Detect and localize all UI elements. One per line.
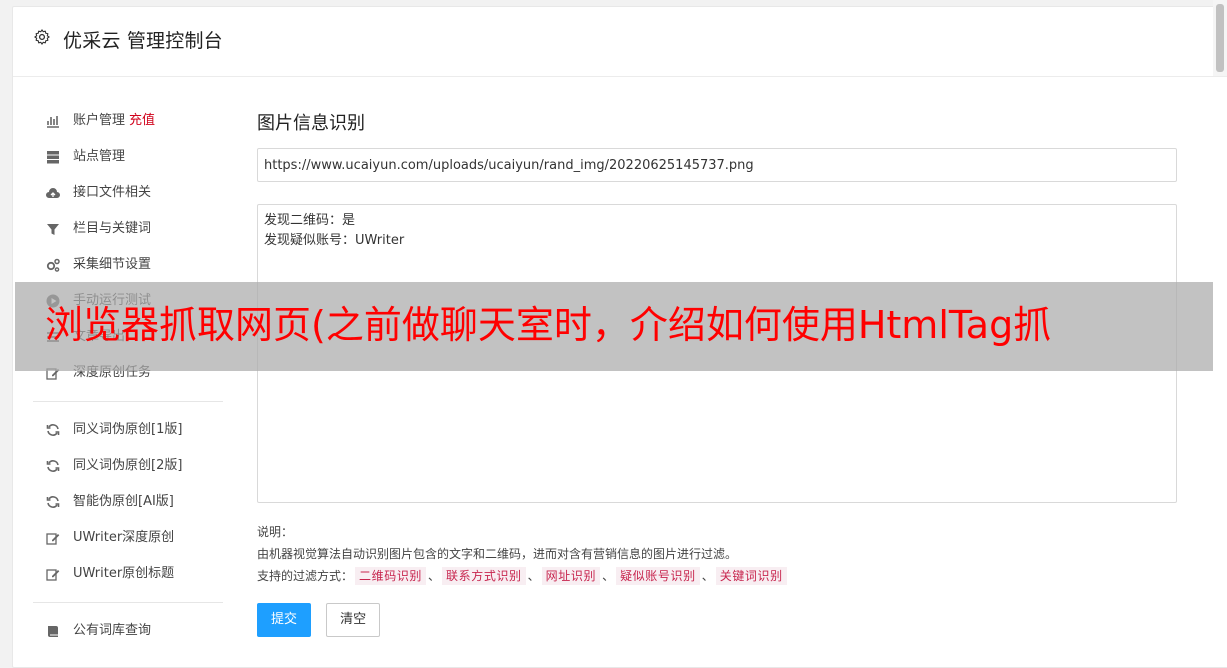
edit-icon — [46, 569, 60, 581]
gear-icon — [34, 29, 50, 45]
sidebar-item[interactable]: UWriter深度原创 — [33, 520, 223, 556]
sidebar-item[interactable]: 公有词库查询 — [33, 613, 223, 649]
filter-tag: 疑似账号识别 — [616, 567, 700, 585]
sidebar-item-label: UWriter原创标题 — [73, 566, 175, 581]
sidebar-item-label: 栏目与关键词 — [73, 221, 152, 236]
book-icon — [48, 626, 58, 637]
submit-button[interactable]: 提交 — [257, 603, 312, 637]
sidebar-item[interactable]: 智能伪原创[AI版] — [33, 484, 223, 520]
cloud-upload-icon — [46, 188, 60, 198]
action-buttons: 提交 清空 — [257, 603, 390, 637]
sidebar-item[interactable]: 站点管理 — [33, 139, 223, 175]
filter-list: 支持的过滤方式： 二维码识别、联系方式识别、网址识别、疑似账号识别、关键词识别 — [257, 565, 1177, 587]
clear-button[interactable]: 清空 — [326, 603, 381, 637]
sidebar-item-label: 智能伪原创[AI版] — [73, 494, 174, 509]
overlay-text: 浏览器抓取网页(之前做聊天室时，介绍如何使用HtmlTag抓 — [45, 303, 1052, 347]
filter-separator: 、 — [428, 569, 441, 583]
filter-separator: 、 — [602, 569, 615, 583]
header: 优采云 管理控制台 — [13, 7, 1227, 77]
sidebar-item[interactable]: 同义词伪原创[1版] — [33, 412, 223, 448]
sidebar-item[interactable]: 账户管理 充值 — [33, 103, 223, 139]
sidebar-item-label: 账户管理 — [73, 113, 126, 128]
sidebar-item-label: UWriter深度原创 — [73, 530, 175, 545]
filter-tag: 二维码识别 — [355, 567, 427, 585]
sidebar-item[interactable]: 采集细节设置 — [33, 247, 223, 283]
scrollbar[interactable] — [1213, 0, 1227, 76]
description: 说明： 由机器视觉算法自动识别图片包含的文字和二维码，进而对含有营销信息的图片进… — [257, 521, 1177, 587]
sidebar-item-label: 站点管理 — [73, 149, 126, 164]
image-url-input[interactable] — [257, 148, 1177, 182]
sidebar-item-label: 同义词伪原创[2版] — [73, 458, 183, 473]
refresh-icon — [46, 424, 60, 436]
sidebar-item[interactable]: 栏目与关键词 — [33, 211, 223, 247]
main-panel: 图片信息识别 发现二维码：是 发现疑似账号：UWriter 说明： 由机器视觉算… — [257, 103, 1177, 637]
filter-separator: 、 — [701, 569, 714, 583]
refresh-icon — [46, 460, 60, 472]
filter-icon — [47, 224, 59, 235]
server-icon — [47, 151, 59, 164]
sidebar: 账户管理充值站点管理接口文件相关栏目与关键词采集细节设置手动运行测试文章导出深度… — [33, 103, 223, 649]
gears-icon — [46, 258, 60, 272]
page-title: 优采云 管理控制台 — [63, 30, 223, 52]
sidebar-item-label: 接口文件相关 — [73, 185, 152, 200]
sidebar-item-label: 同义词伪原创[1版] — [73, 422, 183, 437]
watermark-overlay: 浏览器抓取网页(之前做聊天室时，介绍如何使用HtmlTag抓 — [15, 282, 1213, 371]
refresh-icon — [46, 496, 60, 508]
filter-tag: 网址识别 — [541, 567, 601, 585]
description-heading: 说明： — [257, 525, 294, 539]
recharge-badge[interactable]: 充值 — [129, 113, 155, 128]
filter-tag: 关键词识别 — [715, 567, 787, 585]
sidebar-item[interactable]: 接口文件相关 — [33, 175, 223, 211]
sidebar-item-label: 采集细节设置 — [73, 257, 152, 272]
bar-chart-icon — [47, 116, 59, 128]
edit-icon — [46, 533, 60, 545]
section-title: 图片信息识别 — [257, 113, 365, 134]
filter-prefix: 支持的过滤方式： — [257, 569, 354, 583]
sidebar-item[interactable]: UWriter原创标题 — [33, 556, 223, 592]
sidebar-item-label: 公有词库查询 — [73, 623, 152, 638]
filter-tag: 联系方式识别 — [442, 567, 526, 585]
filter-separator: 、 — [527, 569, 540, 583]
sidebar-item[interactable]: 同义词伪原创[2版] — [33, 448, 223, 484]
sidebar-divider — [33, 602, 223, 603]
description-text: 由机器视觉算法自动识别图片包含的文字和二维码，进而对含有营销信息的图片进行过滤。 — [257, 547, 738, 561]
sidebar-divider — [33, 401, 223, 402]
